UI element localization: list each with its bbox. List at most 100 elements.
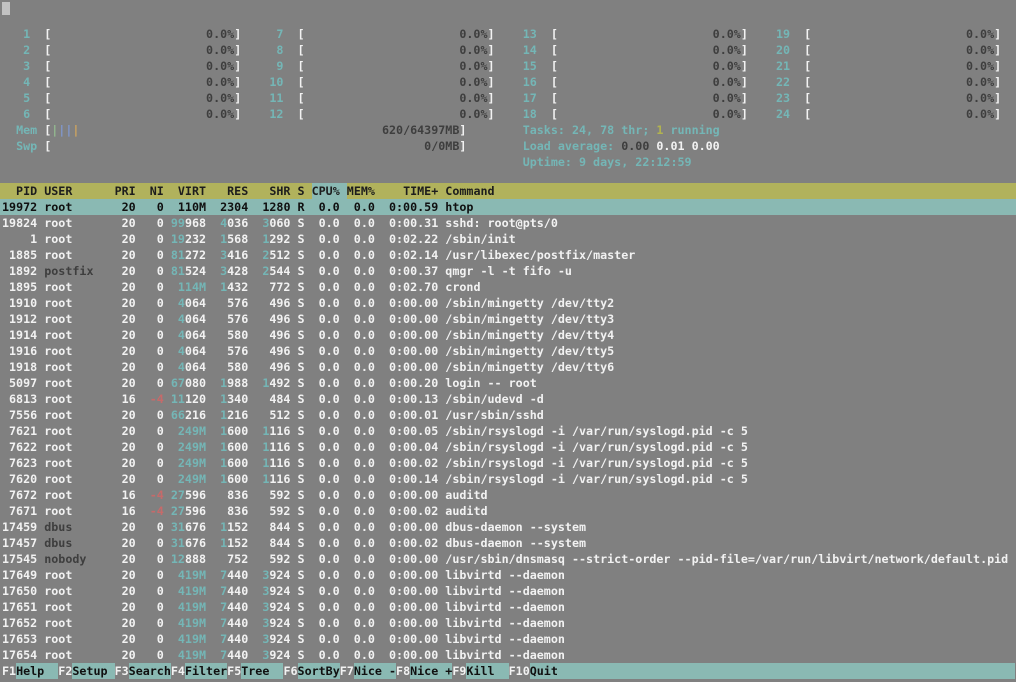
process-row[interactable]: 7556root200662161216512S0.00.00:00.01/us…	[2, 407, 1016, 423]
fkey-f6-action[interactable]: SortBy	[298, 663, 340, 679]
cpu-cell: 0.0	[312, 391, 340, 407]
fkey-f7-action[interactable]: Nice -	[354, 663, 396, 679]
cpu-cell: 0.0	[312, 535, 340, 551]
column-header-user[interactable]: USER	[44, 183, 107, 199]
fkey-f1-key[interactable]: F1	[2, 663, 16, 679]
column-header-time[interactable]: TIME+	[382, 183, 438, 199]
cpu-cell: 0.0	[312, 455, 340, 471]
shr-low-part: 512	[269, 408, 290, 422]
process-row[interactable]: 7621root200249M16001116S0.00.00:00.05/sb…	[2, 423, 1016, 439]
res-low-part: 576	[227, 344, 248, 358]
meter-close-bracket: ]	[459, 122, 466, 138]
process-row[interactable]: 17653root200419M74403924S0.00.00:00.00li…	[2, 631, 1016, 647]
column-header-mem[interactable]: MEM%	[347, 183, 375, 199]
time-cell: 0:00.04	[382, 439, 438, 455]
column-header-virt[interactable]: VIRT	[171, 183, 206, 199]
pri-cell: 20	[115, 359, 136, 375]
process-row[interactable]: 1885root2008127234162512S0.00.00:02.14/u…	[2, 247, 1016, 263]
column-header-cmd[interactable]: Command	[445, 183, 1015, 199]
meter-open-bracket: [	[298, 58, 305, 74]
process-row[interactable]: 17652root200419M74403924S0.00.00:00.00li…	[2, 615, 1016, 631]
shr-low-part: 1280	[262, 200, 290, 214]
mem-cell: 0.0	[347, 279, 375, 295]
process-row[interactable]: 7671root16-427596836592S0.00.00:00.02aud…	[2, 503, 1016, 519]
fkey-f7-key[interactable]: F7	[340, 663, 354, 679]
column-header-cpu[interactable]: CPU%	[312, 183, 340, 199]
time-cell: 0:00.59	[382, 199, 438, 215]
process-row[interactable]: 19824root2009996840363060S0.00.00:00.31s…	[2, 215, 1016, 231]
cpu-meter-id: 4	[16, 74, 30, 90]
process-row[interactable]: 5097root2006708019881492S0.00.00:00.20lo…	[2, 375, 1016, 391]
cpu-meter-value: 0.0%	[305, 74, 488, 90]
process-row[interactable]: 7623root200249M16001116S0.00.00:00.02/sb…	[2, 455, 1016, 471]
process-row[interactable]: 7672root16-427596836592S0.00.00:00.00aud…	[2, 487, 1016, 503]
process-row[interactable]: 17651root200419M74403924S0.00.00:00.00li…	[2, 599, 1016, 615]
column-header-pid[interactable]: PID	[2, 183, 37, 199]
cpu-meter-id: 17	[523, 90, 537, 106]
pri-cell: 20	[115, 519, 136, 535]
shr-low-part: 924	[269, 632, 290, 646]
ni-cell: 0	[143, 311, 164, 327]
process-row[interactable]: 17649root200419M74403924S0.00.00:00.00li…	[2, 567, 1016, 583]
cpu-meter-value: 0.0%	[811, 42, 994, 58]
meter-close-bracket: ]	[741, 26, 748, 42]
fkey-f9-action[interactable]: Kill	[466, 663, 508, 679]
process-row[interactable]: 1918root2004064580496S0.00.00:00.00/sbin…	[2, 359, 1016, 375]
process-row[interactable]: 1916root2004064576496S0.00.00:00.00/sbin…	[2, 343, 1016, 359]
fkey-f4-key[interactable]: F4	[171, 663, 185, 679]
process-row[interactable]: 1910root2004064576496S0.00.00:00.00/sbin…	[2, 295, 1016, 311]
process-row[interactable]: 19972root200110M23041280R0.00.00:00.59ht…	[2, 199, 1016, 215]
fkey-f2-action[interactable]: Setup	[72, 663, 114, 679]
virt-low-part: 272	[185, 248, 206, 262]
pid-cell: 17650	[2, 583, 37, 599]
process-row[interactable]: 6813root16-4111201340484S0.00.00:00.13/s…	[2, 391, 1016, 407]
column-header-ni[interactable]: NI	[143, 183, 164, 199]
cpu-cell: 0.0	[312, 311, 340, 327]
res-cell: 7440	[213, 583, 248, 599]
process-row[interactable]: 7620root200249M16001116S0.00.00:00.14/sb…	[2, 471, 1016, 487]
process-row[interactable]: 1root2001923215681292S0.00.00:02.22/sbin…	[2, 231, 1016, 247]
process-row[interactable]: 1912root2004064576496S0.00.00:00.00/sbin…	[2, 311, 1016, 327]
fkey-f3-action[interactable]: Search	[129, 663, 171, 679]
process-row[interactable]: 7622root200249M16001116S0.00.00:00.04/sb…	[2, 439, 1016, 455]
process-row[interactable]: 17457dbus200316761152844S0.00.00:00.02db…	[2, 535, 1016, 551]
virt-cell: 249M	[171, 455, 206, 471]
process-row[interactable]: 1914root2004064580496S0.00.00:00.00/sbin…	[2, 327, 1016, 343]
fkey-f8-key[interactable]: F8	[396, 663, 410, 679]
fkey-f4-action[interactable]: Filter	[185, 663, 227, 679]
process-row[interactable]: 1895root200114M1432772S0.00.00:02.70cron…	[2, 279, 1016, 295]
fkey-f9-key[interactable]: F9	[452, 663, 466, 679]
process-row[interactable]: 17545nobody20012888752592S0.00.00:00.00/…	[2, 551, 1016, 567]
fkey-f1-action[interactable]: Help	[16, 663, 58, 679]
process-row[interactable]: 17654root200419M74403924S0.00.00:00.00li…	[2, 647, 1016, 663]
shr-low-part: 544	[269, 264, 290, 278]
meter-close-bracket: ]	[994, 90, 1001, 106]
column-header-s[interactable]: S	[298, 183, 305, 199]
shr-cell: 592	[255, 487, 290, 503]
fkey-f3-key[interactable]: F3	[115, 663, 129, 679]
fkey-f5-action[interactable]: Tree	[241, 663, 283, 679]
ni-cell: -4	[143, 487, 164, 503]
command-cell: libvirtd --daemon	[445, 631, 1015, 647]
res-cell: 7440	[213, 599, 248, 615]
fkey-f10-action[interactable]: Quit	[530, 663, 1016, 679]
fkey-f6-key[interactable]: F6	[283, 663, 297, 679]
command-cell: auditd	[445, 503, 1015, 519]
virt-high-part: 419M	[178, 584, 206, 598]
fkey-f2-key[interactable]: F2	[58, 663, 72, 679]
command-cell: dbus-daemon --system	[445, 519, 1015, 535]
fkey-f10-key[interactable]: F10	[509, 663, 530, 679]
process-row[interactable]: 17650root200419M74403924S0.00.00:00.00li…	[2, 583, 1016, 599]
column-header-res[interactable]: RES	[213, 183, 248, 199]
cpu-meter-row: 5[0.0%]11[0.0%]17[0.0%]23[0.0%]	[2, 90, 1016, 106]
user-cell: root	[44, 423, 107, 439]
column-header-shr[interactable]: SHR	[255, 183, 290, 199]
fkey-f8-action[interactable]: Nice +	[410, 663, 452, 679]
virt-low-part: 080	[185, 376, 206, 390]
process-row[interactable]: 1892postfix2008152434282544S0.00.00:00.3…	[2, 263, 1016, 279]
shr-low-part: 592	[269, 488, 290, 502]
column-header-pri[interactable]: PRI	[115, 183, 136, 199]
cpu-meter-id: 19	[776, 26, 790, 42]
process-row[interactable]: 17459dbus200316761152844S0.00.00:00.00db…	[2, 519, 1016, 535]
fkey-f5-key[interactable]: F5	[227, 663, 241, 679]
